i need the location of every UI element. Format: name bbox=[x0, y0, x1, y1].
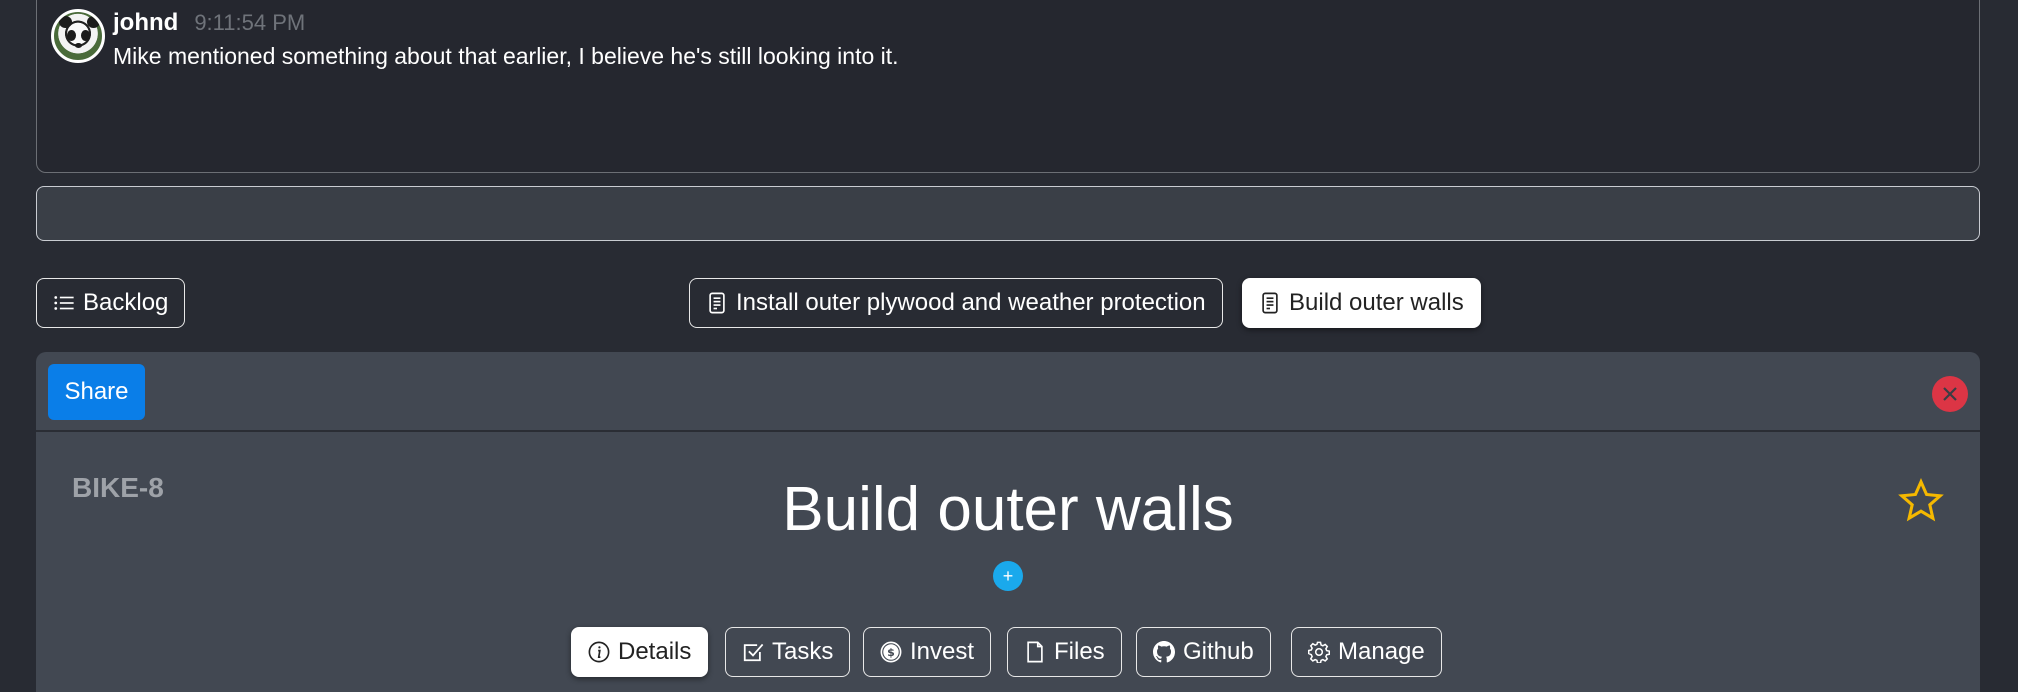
subtab-files[interactable]: Files bbox=[1007, 627, 1122, 677]
subtab-details[interactable]: Details bbox=[571, 627, 709, 677]
gear-icon bbox=[1308, 641, 1330, 663]
subtab-tasks[interactable]: Tasks bbox=[725, 627, 851, 677]
tab-label: Install outer plywood and weather protec… bbox=[736, 289, 1206, 316]
coin-icon: $ bbox=[880, 641, 902, 663]
add-button[interactable]: + bbox=[993, 561, 1023, 591]
star-icon[interactable] bbox=[1898, 478, 1944, 524]
checkbox-icon bbox=[743, 643, 764, 662]
avatar bbox=[51, 9, 105, 63]
message-text: Mike mentioned something about that earl… bbox=[113, 43, 899, 69]
subtab-label: Invest bbox=[910, 638, 975, 665]
github-icon bbox=[1153, 641, 1175, 663]
document-icon bbox=[709, 292, 725, 314]
document-icon bbox=[1262, 292, 1278, 314]
subtab-label: Manage bbox=[1338, 638, 1425, 665]
info-icon bbox=[588, 641, 610, 663]
close-button[interactable] bbox=[1932, 376, 1968, 412]
share-button[interactable]: Share bbox=[48, 364, 145, 420]
tab-build-outer-walls[interactable]: Build outer walls bbox=[1242, 278, 1481, 328]
subtab-label: Files bbox=[1054, 638, 1105, 665]
chat-input[interactable] bbox=[36, 186, 1980, 241]
subtab-manage[interactable]: Manage bbox=[1291, 627, 1442, 677]
tab-label: Build outer walls bbox=[1289, 289, 1464, 316]
backlog-button[interactable]: Backlog bbox=[36, 278, 186, 328]
backlog-label: Backlog bbox=[83, 289, 169, 316]
subtab-invest[interactable]: $ Invest bbox=[863, 627, 992, 677]
tab-install-outer-plywood[interactable]: Install outer plywood and weather protec… bbox=[689, 278, 1223, 328]
message-username: johnd bbox=[113, 9, 179, 36]
list-icon bbox=[54, 296, 74, 310]
issue-title: Build outer walls bbox=[782, 475, 1234, 544]
panel-header: Share bbox=[36, 352, 1980, 432]
subtab-label: Github bbox=[1183, 638, 1254, 665]
subtab-label: Details bbox=[618, 638, 692, 665]
subtab-label: Tasks bbox=[772, 638, 834, 665]
chat-messages: johnd 9:11:54 PM Mike mentioned somethin… bbox=[36, 0, 1980, 173]
message-timestamp: 9:11:54 PM bbox=[194, 10, 306, 35]
chat-message: johnd 9:11:54 PM Mike mentioned somethin… bbox=[51, 9, 899, 70]
close-icon bbox=[1943, 387, 1957, 401]
file-icon bbox=[1027, 641, 1043, 663]
svg-text:$: $ bbox=[887, 646, 895, 659]
issue-panel: Share BIKE-8 Build outer walls + Details… bbox=[36, 352, 1980, 692]
subtab-github[interactable]: Github bbox=[1136, 627, 1271, 677]
